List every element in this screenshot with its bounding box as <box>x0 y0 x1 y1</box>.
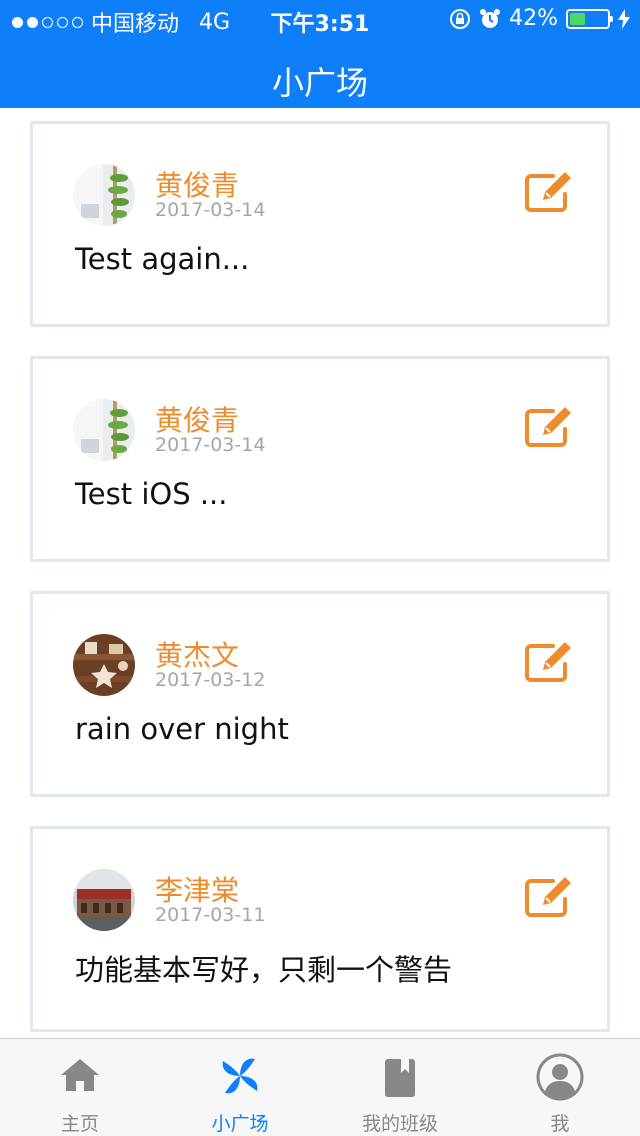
tab-label: 主页 <box>60 1113 99 1135</box>
tab-me[interactable]: 我 <box>480 1039 640 1136</box>
post-card[interactable]: 黄俊青 2017-03-14 Test iOS ... <box>30 356 610 562</box>
post-date: 2017-03-12 <box>155 669 266 691</box>
post-author[interactable]: 黄杰文 <box>155 634 239 674</box>
post-content: Test again... <box>75 242 250 276</box>
edit-icon[interactable] <box>523 170 575 214</box>
app-screen: 中国移动 4G 下午3:51 42% 小广场 黄俊青 2017-03-14 Te… <box>0 0 640 1136</box>
app-header: 中国移动 4G 下午3:51 42% 小广场 <box>0 0 640 108</box>
plants-avatar-icon[interactable] <box>73 399 135 461</box>
tab-label: 我 <box>550 1113 570 1135</box>
edit-icon[interactable] <box>523 875 575 919</box>
tab-label: 我的班级 <box>361 1113 438 1135</box>
post-card[interactable]: 黄俊青 2017-03-14 Test again... <box>30 121 610 327</box>
charging-icon <box>618 8 630 29</box>
post-date: 2017-03-14 <box>155 199 266 221</box>
post-feed[interactable]: 黄俊青 2017-03-14 Test again... 黄俊青 2017-03… <box>0 108 640 1038</box>
edit-icon[interactable] <box>523 640 575 684</box>
battery-icon <box>566 8 613 29</box>
post-content: 功能基本写好，只剩一个警告 <box>75 953 453 987</box>
post-author[interactable]: 李津棠 <box>155 869 239 909</box>
tab-bar: 主页 小广场 我的班级 我 <box>0 1038 640 1136</box>
status-right: 42% <box>449 6 630 31</box>
post-author[interactable]: 黄俊青 <box>155 399 239 439</box>
tab-my-class[interactable]: 我的班级 <box>320 1039 480 1136</box>
tab-label: 小广场 <box>211 1113 269 1135</box>
alarm-icon <box>480 8 501 28</box>
edit-icon[interactable] <box>523 405 575 449</box>
tab-home[interactable]: 主页 <box>0 1039 160 1136</box>
home-icon <box>61 1059 99 1091</box>
cookies-avatar-icon[interactable] <box>73 634 135 696</box>
tab-square[interactable]: 小广场 <box>160 1039 320 1136</box>
post-card[interactable]: 李津棠 2017-03-11 功能基本写好，只剩一个警告 <box>30 826 610 1032</box>
post-card[interactable]: 黄杰文 2017-03-12 rain over night <box>30 591 610 797</box>
post-date: 2017-03-14 <box>155 434 266 456</box>
rotation-lock-icon <box>450 8 471 29</box>
page-title: 小广场 <box>271 64 368 102</box>
post-date: 2017-03-11 <box>155 904 266 926</box>
post-content: rain over night <box>75 712 289 746</box>
post-author[interactable]: 黄俊青 <box>155 164 239 204</box>
post-content: Test iOS ... <box>75 477 228 511</box>
battery-percent: 42% <box>509 6 558 31</box>
building-avatar-icon[interactable] <box>73 869 135 931</box>
book-icon <box>385 1059 415 1097</box>
pinwheel-icon <box>222 1058 258 1094</box>
user-icon <box>536 1053 584 1101</box>
plants-avatar-icon[interactable] <box>73 164 135 226</box>
status-bar: 中国移动 4G 下午3:51 42% <box>0 0 640 40</box>
